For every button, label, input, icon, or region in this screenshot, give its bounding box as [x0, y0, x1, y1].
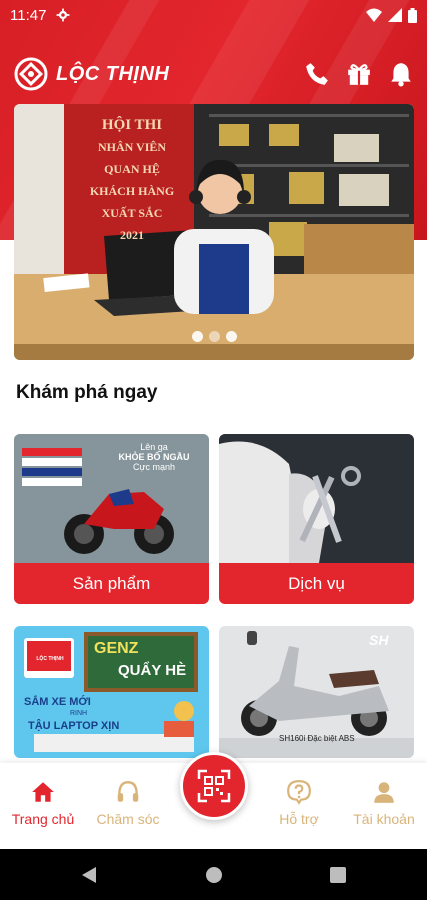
app-bar: LỘC THỊNH	[14, 56, 414, 92]
home-circle-icon[interactable]	[204, 865, 224, 885]
carousel-indicator	[14, 331, 414, 342]
genz-promo-image: LỘC THỊNH GENZ QUẨY HÈ SẮM XE MỚI RINH T…	[14, 626, 209, 758]
nav-label: Hỗ trợ	[279, 811, 319, 827]
nav-label: Trang chủ	[11, 811, 75, 827]
nav-item-support[interactable]: Hỗ trợ	[254, 779, 344, 827]
nav-item-home[interactable]: Trang chủ	[0, 779, 88, 827]
genz-offer-line: TẬU LAPTOP XỊN	[28, 720, 120, 732]
gift-icon[interactable]	[346, 61, 372, 87]
brand-name: LỘC THỊNH	[56, 62, 170, 85]
brand-logo[interactable]: LỘC THỊNH	[14, 57, 169, 91]
banner-sign: HỘI THI NHÂN VIÊN QUAN HỆ KHÁCH HÀNG XUẤ…	[72, 114, 192, 246]
genz-title: GENZ	[94, 640, 139, 657]
nav-label: Tài khoản	[353, 811, 415, 827]
phone-icon[interactable]	[304, 61, 330, 87]
promo-text-line: Lên ga	[140, 442, 168, 452]
services-card-image	[219, 434, 414, 563]
banner-sign-line: 2021	[120, 228, 144, 242]
back-icon[interactable]	[80, 865, 98, 885]
nav-item-account[interactable]: Tài khoản	[339, 779, 427, 827]
sh-model-caption: SH160i Đặc biệt ABS	[279, 734, 355, 743]
banner-sign-line: QUAN HỆ	[104, 162, 160, 176]
carousel-dot[interactable]	[208, 331, 220, 342]
products-card-image: Lên ga KHỎE BỐ NGẦU Cực mạnh	[14, 434, 209, 563]
genz-brand-text: LỘC THỊNH	[36, 656, 64, 662]
loc-thinh-logo-icon	[14, 57, 48, 91]
banner-sign-line: XUẤT SẮC	[101, 206, 163, 220]
headset-icon	[117, 781, 139, 802]
carousel-dot[interactable]	[225, 331, 237, 342]
products-card[interactable]: Lên ga KHỎE BỐ NGẦU Cực mạnh Sản phẩm	[14, 434, 209, 604]
services-card[interactable]: Dịch vụ	[219, 434, 414, 604]
home-icon	[32, 782, 54, 802]
promo-text-line: KHỎE BỐ NGẦU	[118, 452, 190, 462]
settings-gear-icon	[57, 8, 70, 22]
status-time: 11:47	[10, 6, 47, 24]
qr-scan-icon	[197, 769, 231, 803]
help-icon	[287, 780, 311, 805]
section-title: Khám phá ngay	[16, 382, 158, 403]
genz-offer-line: RINH	[70, 710, 88, 717]
qr-scan-button[interactable]	[180, 752, 248, 820]
carousel-dot[interactable]	[191, 331, 203, 342]
products-card-label: Sản phẩm	[14, 563, 209, 604]
mechanic-wrench-illustration	[219, 434, 414, 563]
sh-logo-text: SH	[369, 632, 389, 648]
nav-label: Chăm sóc	[96, 811, 160, 827]
products-card-promo-text: Lên ga KHỎE BỐ NGẦU Cực mạnh	[104, 442, 204, 472]
recents-icon[interactable]	[329, 866, 347, 884]
battery-icon	[408, 7, 417, 23]
promo-banner-carousel[interactable]: HỘI THI NHÂN VIÊN QUAN HỆ KHÁCH HÀNG XUẤ…	[14, 104, 414, 360]
genz-promo-card[interactable]: LỘC THỊNH GENZ QUẨY HÈ SẮM XE MỚI RINH T…	[14, 626, 209, 758]
sh-promo-image: SH SH160i Đặc biệt ABS	[219, 626, 414, 758]
banner-sign-line: NHÂN VIÊN	[97, 140, 167, 154]
promo-text-line: Cực mạnh	[132, 462, 176, 472]
sh-promo-card[interactable]: SH SH160i Đặc biệt ABS	[219, 626, 414, 758]
user-icon	[374, 782, 394, 803]
wifi-icon	[366, 8, 382, 22]
system-navigation-bar	[0, 849, 427, 900]
cell-signal-icon	[388, 8, 402, 22]
banner-sign-line: KHÁCH HÀNG	[89, 184, 175, 198]
genz-offer-line: SẮM XE MỚI	[24, 696, 91, 708]
banner-sign-line: HỘI THI	[101, 117, 163, 133]
nav-item-care[interactable]: Chăm sóc	[83, 779, 173, 827]
status-bar: 11:47	[0, 0, 427, 30]
services-card-label: Dịch vụ	[219, 563, 414, 604]
genz-subtitle: QUẨY HÈ	[118, 662, 187, 679]
bell-icon[interactable]	[388, 61, 414, 87]
